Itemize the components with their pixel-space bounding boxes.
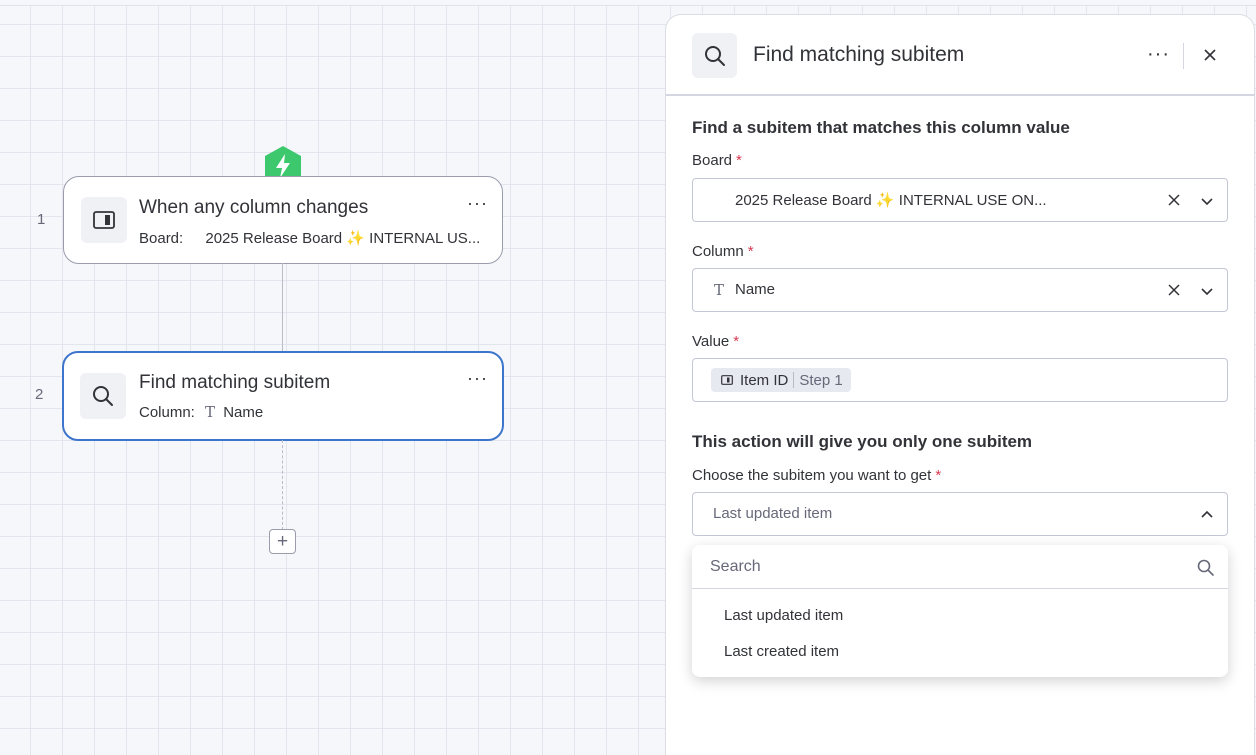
board-icon (721, 375, 733, 385)
chip-divider (793, 372, 795, 388)
value-token-chip[interactable]: Item ID Step 1 (711, 368, 851, 392)
step-subtitle: Board: 2025 Release Board ✨ INTERNAL US.… (139, 229, 480, 247)
close-icon[interactable] (1201, 46, 1219, 64)
choose-subitem-label: Choose the subitem you want to get * (692, 467, 942, 484)
trigger-step-card[interactable]: When any column changes Board: 2025 Rele… (63, 176, 503, 264)
divider (1183, 43, 1184, 69)
step-more-icon[interactable]: ··· (467, 368, 488, 389)
search-icon (80, 373, 126, 419)
search-icon (1197, 559, 1214, 576)
step-sub-label: Board: (139, 230, 184, 247)
chevron-up-icon[interactable] (1200, 508, 1214, 522)
text-type-icon: T (205, 403, 216, 421)
step-sub-value: 2025 Release Board ✨ INTERNAL US... (205, 230, 481, 247)
action-step-card[interactable]: Find matching subitem Column: T Name ··· (62, 351, 504, 441)
dropdown-search-placeholder: Search (710, 558, 761, 575)
chevron-down-icon[interactable] (1200, 194, 1214, 208)
board-select-value: 2025 Release Board ✨ INTERNAL USE ON... (735, 192, 1047, 209)
chip-label: Item ID (740, 371, 789, 389)
column-label: Column * (692, 243, 754, 260)
dropdown-option[interactable]: Last created item (724, 643, 839, 660)
step-title: Find matching subitem (139, 372, 331, 393)
section-title: Find a subitem that matches this column … (692, 118, 1070, 137)
board-select[interactable]: 2025 Release Board ✨ INTERNAL USE ON... (692, 178, 1228, 222)
choose-subitem-value: Last updated item (713, 505, 833, 522)
section-title: This action will give you only one subit… (692, 432, 1033, 451)
step-sub-value: Name (223, 404, 264, 421)
step-title: When any column changes (139, 197, 369, 218)
step-sub-label: Column: (139, 404, 195, 421)
dropdown-option[interactable]: Last updated item (724, 607, 843, 624)
chevron-down-icon[interactable] (1200, 284, 1214, 298)
value-input[interactable]: Item ID Step 1 (692, 358, 1228, 402)
search-icon (692, 33, 737, 78)
column-select[interactable]: T Name (692, 268, 1228, 312)
chip-step: Step 1 (799, 371, 843, 389)
column-select-value: Name (735, 281, 776, 298)
choose-subitem-select[interactable]: Last updated item (692, 492, 1228, 536)
choose-subitem-dropdown: Search Last updated item Last created it… (692, 545, 1228, 677)
clear-icon[interactable] (1167, 283, 1181, 297)
connector-dashed-line (282, 440, 283, 530)
step-number: 2 (35, 386, 44, 403)
board-label: Board * (692, 152, 742, 169)
board-icon (81, 197, 127, 243)
step-subtitle: Column: T Name (139, 403, 263, 421)
clear-icon[interactable] (1167, 193, 1181, 207)
panel-more-icon[interactable]: ··· (1147, 43, 1170, 66)
step-settings-panel: Find matching subitem ··· Find a subitem… (665, 14, 1255, 755)
text-type-icon: T (714, 281, 725, 299)
value-label: Value * (692, 333, 740, 350)
step-number: 1 (37, 211, 46, 228)
panel-header: Find matching subitem ··· (666, 15, 1255, 96)
panel-title: Find matching subitem (753, 43, 965, 66)
dropdown-search[interactable]: Search (692, 545, 1228, 589)
step-more-icon[interactable]: ··· (467, 193, 488, 214)
add-step-button[interactable]: + (269, 529, 296, 554)
connector-line (282, 263, 283, 351)
